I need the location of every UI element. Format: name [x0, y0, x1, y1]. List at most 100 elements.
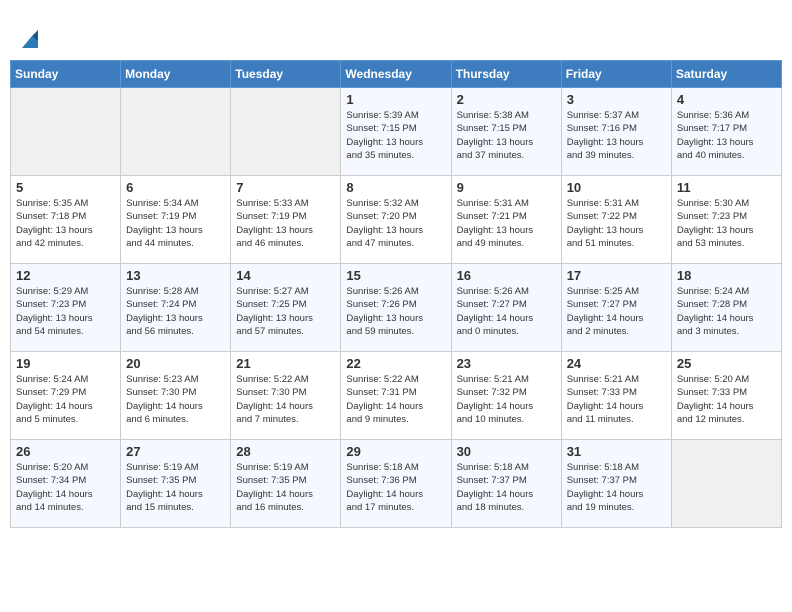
cell-info: Sunrise: 5:32 AM Sunset: 7:20 PM Dayligh… [346, 197, 445, 250]
calendar-cell: 30 Sunrise: 5:18 AM Sunset: 7:37 PM Dayli… [451, 440, 561, 528]
calendar-cell: 8 Sunrise: 5:32 AM Sunset: 7:20 PM Daylig… [341, 176, 451, 264]
day-number: 2 [457, 92, 556, 107]
cell-info: Sunrise: 5:30 AM Sunset: 7:23 PM Dayligh… [677, 197, 776, 250]
calendar-cell: 11 Sunrise: 5:30 AM Sunset: 7:23 PM Dayli… [671, 176, 781, 264]
day-number: 9 [457, 180, 556, 195]
day-number: 14 [236, 268, 335, 283]
day-number: 3 [567, 92, 666, 107]
calendar-cell: 6 Sunrise: 5:34 AM Sunset: 7:19 PM Daylig… [121, 176, 231, 264]
day-number: 18 [677, 268, 776, 283]
calendar-cell: 10Sunrise: 5:31 AM Sunset: 7:22 PM Dayli… [561, 176, 671, 264]
calendar-table: SundayMondayTuesdayWednesdayThursdayFrid… [10, 60, 782, 528]
day-number: 31 [567, 444, 666, 459]
day-number: 16 [457, 268, 556, 283]
calendar-cell [671, 440, 781, 528]
calendar-cell: 7 Sunrise: 5:33 AM Sunset: 7:19 PM Daylig… [231, 176, 341, 264]
cell-info: Sunrise: 5:22 AM Sunset: 7:31 PM Dayligh… [346, 373, 445, 426]
cell-info: Sunrise: 5:18 AM Sunset: 7:37 PM Dayligh… [457, 461, 556, 514]
cell-info: Sunrise: 5:18 AM Sunset: 7:37 PM Dayligh… [567, 461, 666, 514]
calendar-cell: 21 Sunrise: 5:22 AM Sunset: 7:30 PM Dayli… [231, 352, 341, 440]
calendar-cell: 24 Sunrise: 5:21 AM Sunset: 7:33 PM Dayli… [561, 352, 671, 440]
calendar-cell: 2 Sunrise: 5:38 AM Sunset: 7:15 PM Daylig… [451, 88, 561, 176]
weekday-header-thursday: Thursday [451, 61, 561, 88]
cell-info: Sunrise: 5:24 AM Sunset: 7:29 PM Dayligh… [16, 373, 115, 426]
weekday-header-tuesday: Tuesday [231, 61, 341, 88]
calendar-cell: 18 Sunrise: 5:24 AM Sunset: 7:28 PM Dayli… [671, 264, 781, 352]
cell-info: Sunrise: 5:29 AM Sunset: 7:23 PM Dayligh… [16, 285, 115, 338]
cell-info: Sunrise: 5:26 AM Sunset: 7:26 PM Dayligh… [346, 285, 445, 338]
calendar-cell: 19 Sunrise: 5:24 AM Sunset: 7:29 PM Dayli… [11, 352, 121, 440]
calendar-cell: 5 Sunrise: 5:35 AM Sunset: 7:18 PM Daylig… [11, 176, 121, 264]
calendar-cell: 26 Sunrise: 5:20 AM Sunset: 7:34 PM Dayli… [11, 440, 121, 528]
calendar-cell: 9 Sunrise: 5:31 AM Sunset: 7:21 PM Daylig… [451, 176, 561, 264]
day-number: 21 [236, 356, 335, 371]
day-number: 1 [346, 92, 445, 107]
cell-info: Sunrise: 5:34 AM Sunset: 7:19 PM Dayligh… [126, 197, 225, 250]
cell-info: Sunrise: 5:28 AM Sunset: 7:24 PM Dayligh… [126, 285, 225, 338]
cell-info: Sunrise: 5:19 AM Sunset: 7:35 PM Dayligh… [236, 461, 335, 514]
weekday-header-saturday: Saturday [671, 61, 781, 88]
calendar-cell: 29 Sunrise: 5:18 AM Sunset: 7:36 PM Dayli… [341, 440, 451, 528]
day-number: 26 [16, 444, 115, 459]
weekday-header-sunday: Sunday [11, 61, 121, 88]
weekday-header-monday: Monday [121, 61, 231, 88]
day-number: 19 [16, 356, 115, 371]
calendar-cell [11, 88, 121, 176]
cell-info: Sunrise: 5:31 AM Sunset: 7:21 PM Dayligh… [457, 197, 556, 250]
day-number: 24 [567, 356, 666, 371]
header [10, 10, 782, 52]
calendar-cell: 27 Sunrise: 5:19 AM Sunset: 7:35 PM Dayli… [121, 440, 231, 528]
day-number: 27 [126, 444, 225, 459]
calendar-cell: 15 Sunrise: 5:26 AM Sunset: 7:26 PM Dayli… [341, 264, 451, 352]
calendar-cell: 1 Sunrise: 5:39 AM Sunset: 7:15 PM Daylig… [341, 88, 451, 176]
day-number: 6 [126, 180, 225, 195]
calendar-cell: 4 Sunrise: 5:36 AM Sunset: 7:17 PM Daylig… [671, 88, 781, 176]
cell-info: Sunrise: 5:38 AM Sunset: 7:15 PM Dayligh… [457, 109, 556, 162]
day-number: 4 [677, 92, 776, 107]
day-number: 12 [16, 268, 115, 283]
calendar-cell: 12 Sunrise: 5:29 AM Sunset: 7:23 PM Dayli… [11, 264, 121, 352]
calendar-cell: 25Sunrise: 5:20 AM Sunset: 7:33 PM Dayli… [671, 352, 781, 440]
day-number: 5 [16, 180, 115, 195]
calendar-cell: 13 Sunrise: 5:28 AM Sunset: 7:24 PM Dayli… [121, 264, 231, 352]
cell-info: Sunrise: 5:27 AM Sunset: 7:25 PM Dayligh… [236, 285, 335, 338]
cell-info: Sunrise: 5:37 AM Sunset: 7:16 PM Dayligh… [567, 109, 666, 162]
cell-info: Sunrise: 5:21 AM Sunset: 7:32 PM Dayligh… [457, 373, 556, 426]
day-number: 20 [126, 356, 225, 371]
day-number: 15 [346, 268, 445, 283]
cell-info: Sunrise: 5:39 AM Sunset: 7:15 PM Dayligh… [346, 109, 445, 162]
cell-info: Sunrise: 5:18 AM Sunset: 7:36 PM Dayligh… [346, 461, 445, 514]
day-number: 29 [346, 444, 445, 459]
calendar-cell: 28Sunrise: 5:19 AM Sunset: 7:35 PM Dayli… [231, 440, 341, 528]
day-number: 11 [677, 180, 776, 195]
cell-info: Sunrise: 5:24 AM Sunset: 7:28 PM Dayligh… [677, 285, 776, 338]
calendar-cell [231, 88, 341, 176]
calendar-cell: 22 Sunrise: 5:22 AM Sunset: 7:31 PM Dayli… [341, 352, 451, 440]
calendar-cell: 14 Sunrise: 5:27 AM Sunset: 7:25 PM Dayli… [231, 264, 341, 352]
cell-info: Sunrise: 5:23 AM Sunset: 7:30 PM Dayligh… [126, 373, 225, 426]
cell-info: Sunrise: 5:20 AM Sunset: 7:34 PM Dayligh… [16, 461, 115, 514]
day-number: 7 [236, 180, 335, 195]
calendar-cell: 20 Sunrise: 5:23 AM Sunset: 7:30 PM Dayli… [121, 352, 231, 440]
cell-info: Sunrise: 5:21 AM Sunset: 7:33 PM Dayligh… [567, 373, 666, 426]
logo [14, 10, 40, 52]
weekday-header-wednesday: Wednesday [341, 61, 451, 88]
day-number: 30 [457, 444, 556, 459]
calendar-cell: 16Sunrise: 5:26 AM Sunset: 7:27 PM Dayli… [451, 264, 561, 352]
weekday-header-friday: Friday [561, 61, 671, 88]
calendar-cell: 3 Sunrise: 5:37 AM Sunset: 7:16 PM Daylig… [561, 88, 671, 176]
cell-info: Sunrise: 5:33 AM Sunset: 7:19 PM Dayligh… [236, 197, 335, 250]
cell-info: Sunrise: 5:35 AM Sunset: 7:18 PM Dayligh… [16, 197, 115, 250]
day-number: 25 [677, 356, 776, 371]
calendar-cell: 23 Sunrise: 5:21 AM Sunset: 7:32 PM Dayli… [451, 352, 561, 440]
cell-info: Sunrise: 5:31 AM Sunset: 7:22 PM Dayligh… [567, 197, 666, 250]
calendar-cell: 31 Sunrise: 5:18 AM Sunset: 7:37 PM Dayli… [561, 440, 671, 528]
cell-info: Sunrise: 5:19 AM Sunset: 7:35 PM Dayligh… [126, 461, 225, 514]
day-number: 23 [457, 356, 556, 371]
day-number: 13 [126, 268, 225, 283]
day-number: 8 [346, 180, 445, 195]
cell-info: Sunrise: 5:36 AM Sunset: 7:17 PM Dayligh… [677, 109, 776, 162]
cell-info: Sunrise: 5:22 AM Sunset: 7:30 PM Dayligh… [236, 373, 335, 426]
logo-icon [18, 30, 40, 52]
day-number: 22 [346, 356, 445, 371]
